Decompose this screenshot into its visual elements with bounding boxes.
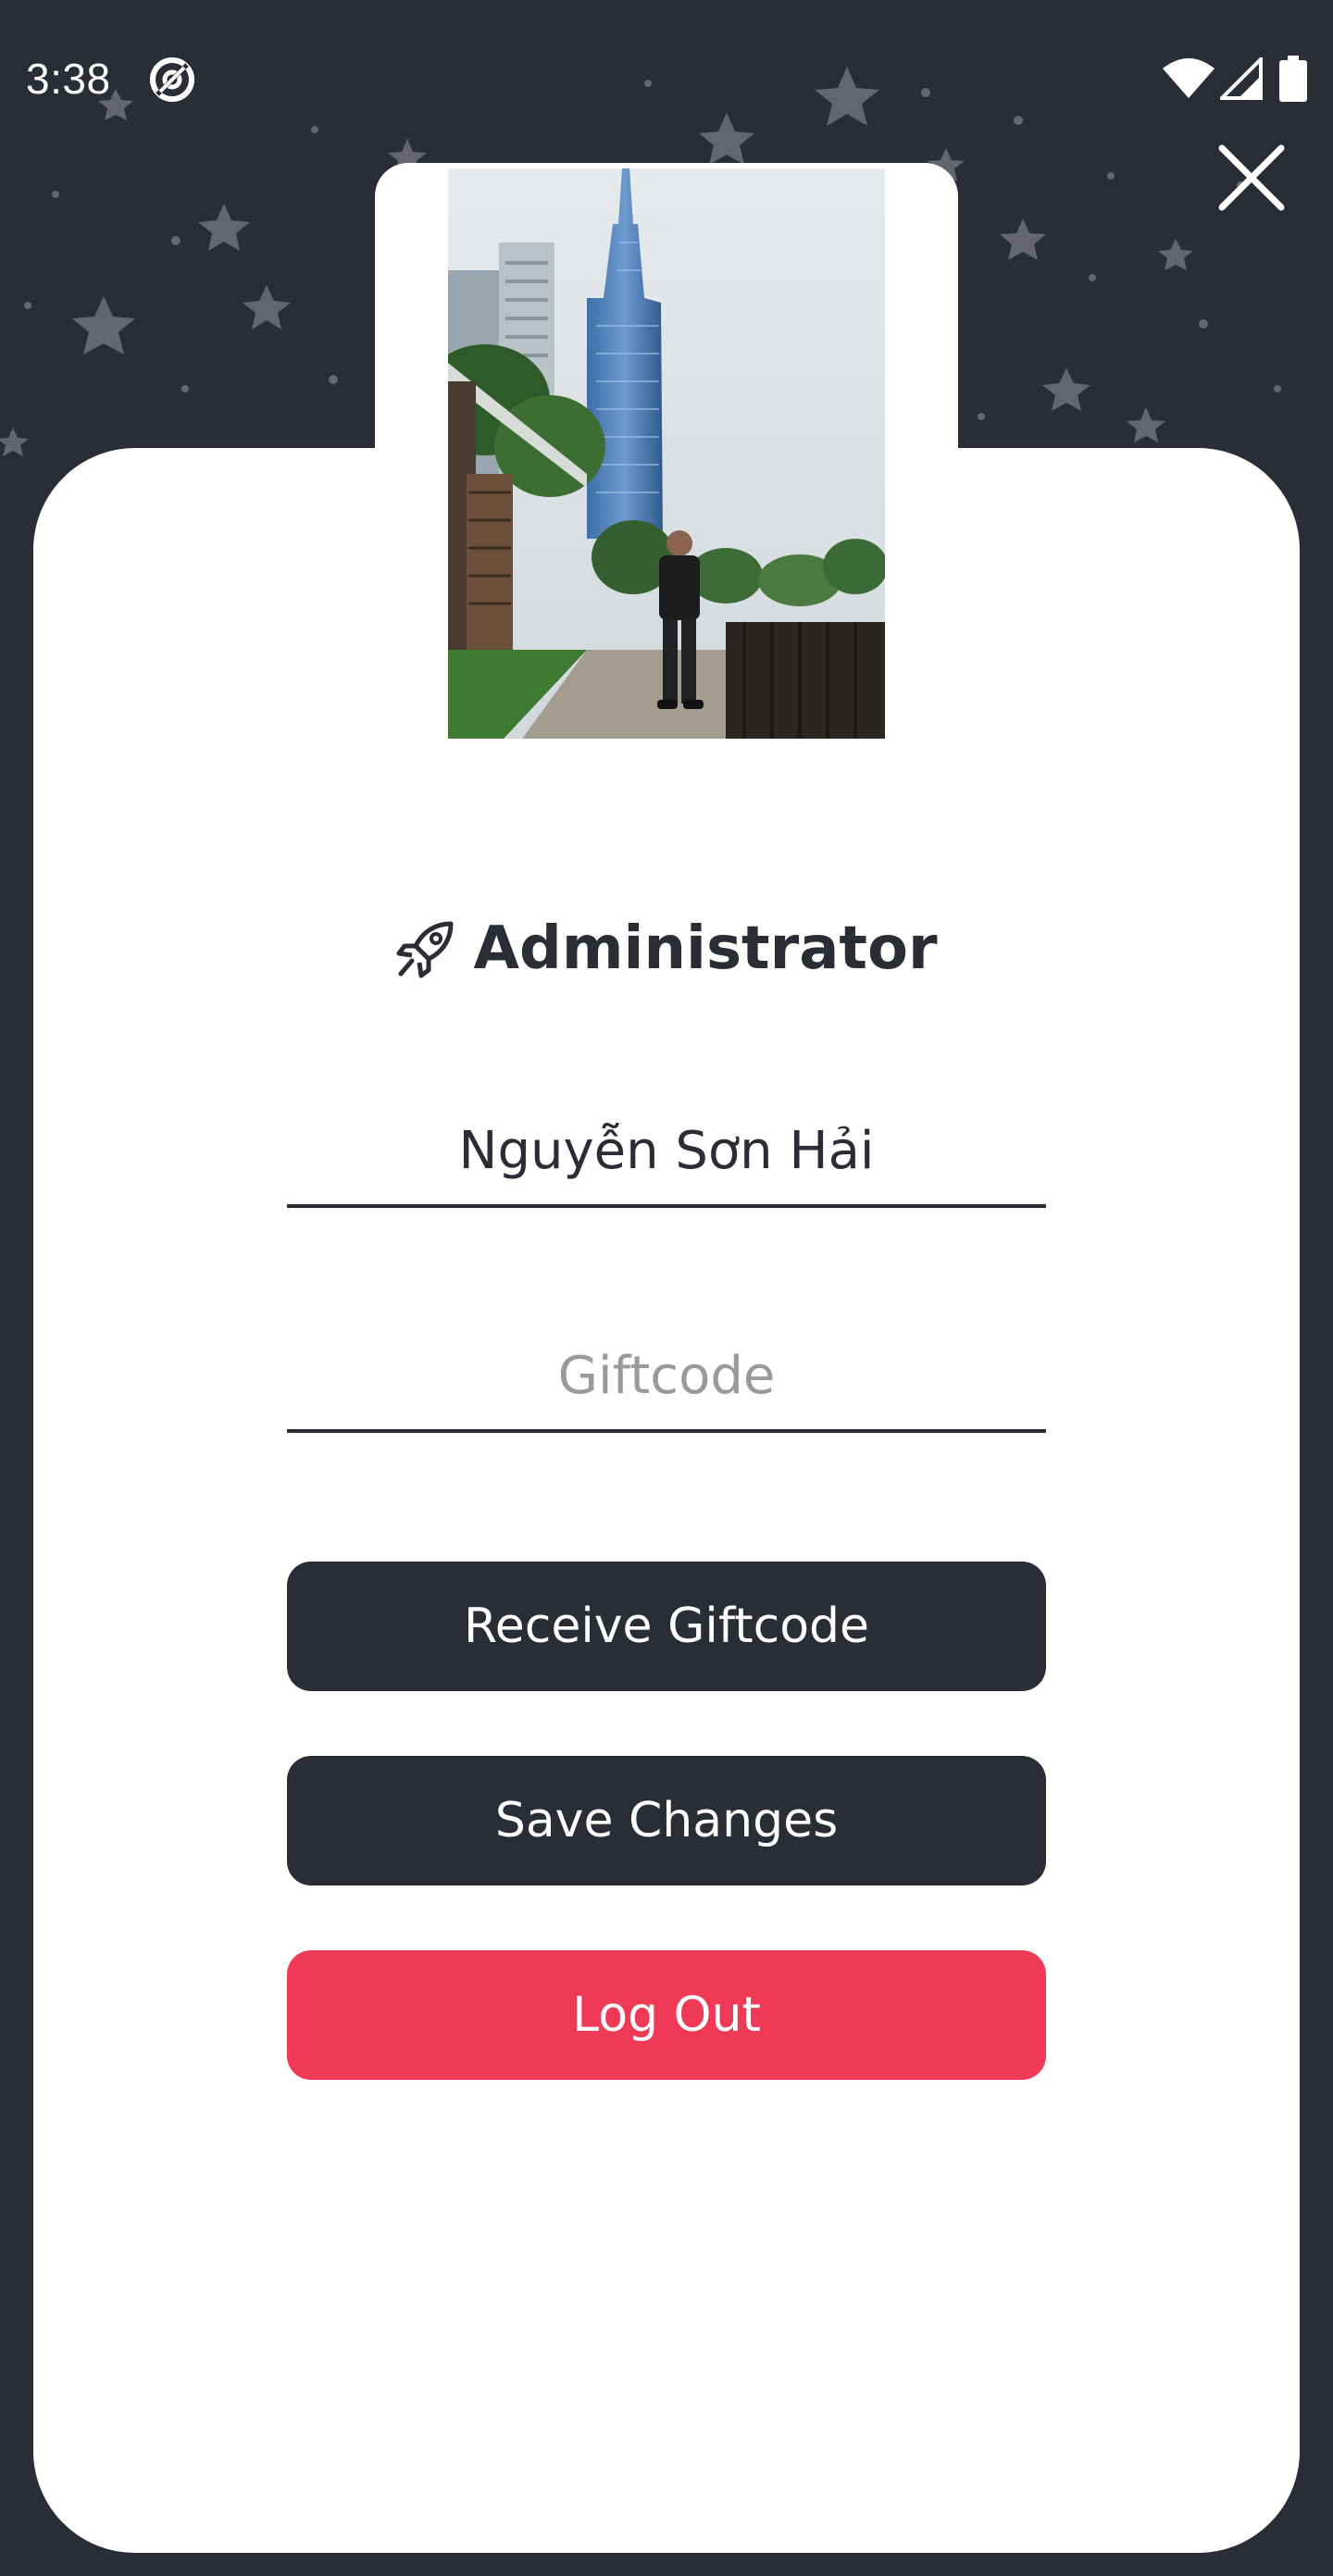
battery-icon <box>1279 56 1307 102</box>
close-icon[interactable] <box>1213 139 1290 217</box>
log-out-button[interactable]: Log Out <box>287 1950 1046 2080</box>
star-icon <box>243 285 291 330</box>
star-icon <box>72 296 135 355</box>
rocket-icon <box>396 921 454 978</box>
avatar-photo <box>448 168 885 739</box>
role-label: Administrator <box>473 915 938 983</box>
avatar[interactable] <box>448 168 885 739</box>
star-icon <box>0 428 29 456</box>
profile-card <box>33 448 1300 2553</box>
sync-app-icon <box>150 57 194 102</box>
star-icon <box>198 204 250 251</box>
star-icon <box>1127 407 1165 442</box>
giftcode-input[interactable] <box>287 1322 1046 1433</box>
log-out-label: Log Out <box>572 1987 761 2043</box>
status-time: 3:38 <box>26 55 111 103</box>
star-icon <box>1158 239 1193 270</box>
receive-giftcode-label: Receive Giftcode <box>463 1599 870 1654</box>
name-input[interactable] <box>287 1097 1046 1208</box>
cell-signal-icon <box>1220 57 1263 100</box>
status-bar: 3:38 <box>0 0 1333 157</box>
save-changes-label: Save Changes <box>494 1793 839 1848</box>
receive-giftcode-button[interactable]: Receive Giftcode <box>287 1562 1046 1691</box>
wifi-icon <box>1163 58 1215 98</box>
save-changes-button[interactable]: Save Changes <box>287 1756 1046 1885</box>
star-icon <box>1000 218 1046 260</box>
role-heading: Administrator <box>0 907 1333 990</box>
star-icon <box>1042 368 1090 411</box>
